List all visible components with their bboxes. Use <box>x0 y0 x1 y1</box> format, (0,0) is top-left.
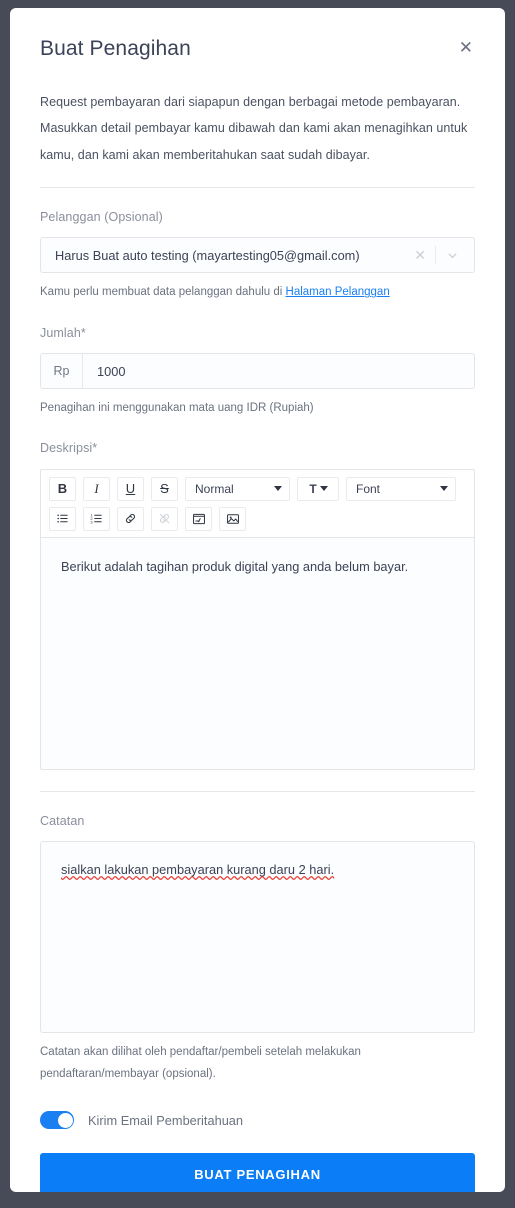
create-invoice-button[interactable]: BUAT PENAGIHAN <box>40 1153 475 1192</box>
customer-field-group: Pelanggan (Opsional) Harus Buat auto tes… <box>40 209 475 304</box>
chevron-down-icon <box>274 486 282 492</box>
customer-page-link[interactable]: Halaman Pelanggan <box>286 286 390 298</box>
description-editor-body[interactable]: Berikut adalah tagihan produk digital ya… <box>40 537 475 770</box>
customer-selected-value: Harus Buat auto testing (mayartesting05@… <box>55 247 360 263</box>
clear-icon[interactable]: ✕ <box>405 248 435 262</box>
editor-toolbar-row-1: B I U S Normal T Font <box>49 476 466 501</box>
divider-notes <box>40 790 475 792</box>
notes-text: sialkan lakukan pembayaran kurang daru 2… <box>61 862 335 878</box>
currency-prefix: Rp <box>41 354 83 389</box>
customer-help: Kamu perlu membuat data pelanggan dahulu… <box>40 282 475 303</box>
text-color-select[interactable]: T <box>297 476 339 501</box>
notify-email-label: Kirim Email Pemberitahuan <box>88 1112 244 1128</box>
amount-label: Jumlah* <box>40 325 86 340</box>
notify-toggle-row: Kirim Email Pemberitahuan <box>40 1111 475 1129</box>
image-icon[interactable] <box>219 506 246 531</box>
customer-help-text: Kamu perlu membuat data pelanggan dahulu… <box>40 286 286 299</box>
chevron-down-icon[interactable] <box>436 249 468 262</box>
description-label: Deskripsi* <box>40 441 98 456</box>
amount-control[interactable]: Rp <box>40 353 475 390</box>
modal-header: Buat Penagihan ✕ <box>40 36 475 61</box>
notes-help: Catatan akan dilihat oleh pendaftar/pemb… <box>40 1042 475 1085</box>
amount-input[interactable] <box>83 354 474 389</box>
customer-label: Pelanggan (Opsional) <box>40 209 163 224</box>
divider-top <box>40 186 475 188</box>
customer-select[interactable]: Harus Buat auto testing (mayartesting05@… <box>40 237 475 274</box>
font-select[interactable]: Font <box>346 476 456 501</box>
close-icon[interactable]: ✕ <box>457 36 475 59</box>
heading-select[interactable]: Normal <box>185 476 290 501</box>
toggle-knob <box>57 1112 73 1128</box>
notes-input[interactable]: sialkan lakukan pembayaran kurang daru 2… <box>40 841 475 1034</box>
chevron-down-icon <box>440 486 448 492</box>
editor-toolbar-row-2: 1 2 3 <box>49 506 466 531</box>
notify-email-toggle[interactable] <box>40 1111 74 1129</box>
bold-button[interactable]: B <box>49 476 76 501</box>
amount-field-group: Jumlah* Rp Penagihan ini menggunakan mat… <box>40 325 475 420</box>
svg-text:3: 3 <box>90 520 93 525</box>
amount-help: Penagihan ini menggunakan mata uang IDR … <box>40 402 314 415</box>
video-icon[interactable] <box>185 506 212 531</box>
link-icon[interactable] <box>117 506 144 531</box>
font-select-value: Font <box>356 481 381 496</box>
notes-help-line-1: Catatan akan dilihat oleh pendaftar/pemb… <box>40 1046 361 1059</box>
rich-text-editor: B I U S Normal T Font 1 2 3 Berikut adal… <box>40 468 475 770</box>
chevron-down-icon <box>319 486 328 492</box>
underline-button[interactable]: U <box>117 476 144 501</box>
strikethrough-button[interactable]: S <box>151 476 178 501</box>
create-invoice-modal: Buat Penagihan ✕ Request pembayaran dari… <box>10 8 505 1192</box>
heading-select-value: Normal <box>195 481 234 496</box>
notes-field-group: Catatan sialkan lakukan pembayaran kuran… <box>40 813 475 1085</box>
description-text: Berikut adalah tagihan produk digital ya… <box>61 558 409 574</box>
unlink-icon <box>151 506 178 531</box>
notes-label: Catatan <box>40 813 85 828</box>
page-title: Buat Penagihan <box>40 37 191 60</box>
text-color-icon: T <box>309 481 317 496</box>
notes-help-line-2: pendaftaran/membayar (opsional). <box>40 1067 216 1080</box>
modal-description: Request pembayaran dari siapapun dengan … <box>40 95 468 162</box>
numbered-list-icon[interactable]: 1 2 3 <box>83 506 110 531</box>
italic-button[interactable]: I <box>83 476 110 501</box>
description-field-group: Deskripsi* B I U S Normal T Font 1 2 3 B… <box>40 440 475 770</box>
editor-toolbar: B I U S Normal T Font 1 2 3 <box>40 468 475 538</box>
bullet-list-icon[interactable] <box>49 506 76 531</box>
